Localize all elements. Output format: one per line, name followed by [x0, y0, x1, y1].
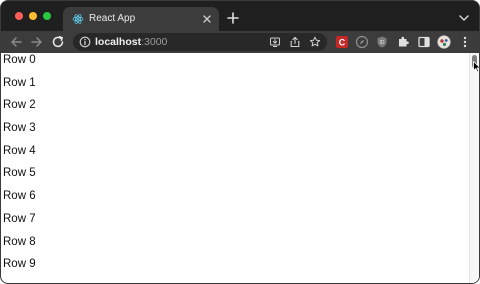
- list-row: Row 1: [3, 76, 36, 89]
- list-row: Row 7: [3, 212, 36, 225]
- list-row: Row 3: [3, 122, 36, 135]
- list-row: Row 2: [3, 99, 36, 112]
- forward-arrow-icon[interactable]: [30, 35, 44, 49]
- reload-icon[interactable]: [51, 35, 65, 49]
- list-row: Row 4: [3, 144, 36, 157]
- browser-window: React App localhost:3000 C ID Row 0 Row …: [0, 0, 480, 284]
- svg-text:C: C: [339, 38, 346, 48]
- side-panel-icon[interactable]: [417, 35, 431, 49]
- browser-toolbar: localhost:3000 C ID: [1, 31, 479, 53]
- url-host: localhost: [95, 36, 142, 48]
- shield-extension-icon[interactable]: ID: [375, 35, 389, 49]
- share-icon[interactable]: [289, 36, 301, 48]
- list-row: Row 0: [3, 54, 36, 66]
- puzzle-extensions-icon[interactable]: [396, 35, 410, 49]
- list-row: Row 8: [3, 235, 36, 248]
- compass-extension-icon[interactable]: [355, 35, 369, 49]
- page-viewport: Row 0 Row 1 Row 2 Row 3 Row 4 Row 5 Row 6 Row 7…: [1, 53, 479, 283]
- mouse-cursor-icon: [473, 61, 479, 73]
- url-text: localhost:3000: [95, 36, 167, 48]
- url-port: :3000: [141, 36, 168, 48]
- profile-avatar-icon[interactable]: [437, 35, 451, 49]
- extension-red-c-icon[interactable]: C: [335, 35, 349, 49]
- bookmark-star-icon[interactable]: [309, 36, 321, 48]
- back-arrow-icon[interactable]: [9, 35, 23, 49]
- tab-title: React App: [89, 13, 136, 24]
- more-menu-icon[interactable]: [458, 35, 472, 49]
- list-row: Row 5: [3, 167, 36, 180]
- site-info-icon[interactable]: [79, 36, 91, 48]
- chevron-down-icon[interactable]: [459, 14, 469, 22]
- new-tab-icon[interactable]: [227, 12, 239, 24]
- react-logo-icon: [72, 14, 84, 24]
- minimize-window-button[interactable]: [29, 12, 37, 20]
- close-window-button[interactable]: [15, 12, 23, 20]
- list-row: Row 6: [3, 190, 36, 203]
- list-row: Row 9: [3, 258, 36, 271]
- tab-react-app[interactable]: React App: [63, 7, 219, 33]
- install-app-icon[interactable]: [269, 36, 281, 48]
- row-list: Row 0 Row 1 Row 2 Row 3 Row 4 Row 5 Row 6 Row 7…: [3, 53, 469, 280]
- close-tab-icon[interactable]: [202, 14, 212, 24]
- tab-strip: React App: [1, 1, 479, 33]
- address-bar[interactable]: localhost:3000: [73, 33, 327, 51]
- vertical-scrollbar[interactable]: [469, 53, 479, 283]
- svg-text:ID: ID: [380, 40, 385, 46]
- maximize-window-button[interactable]: [43, 12, 51, 20]
